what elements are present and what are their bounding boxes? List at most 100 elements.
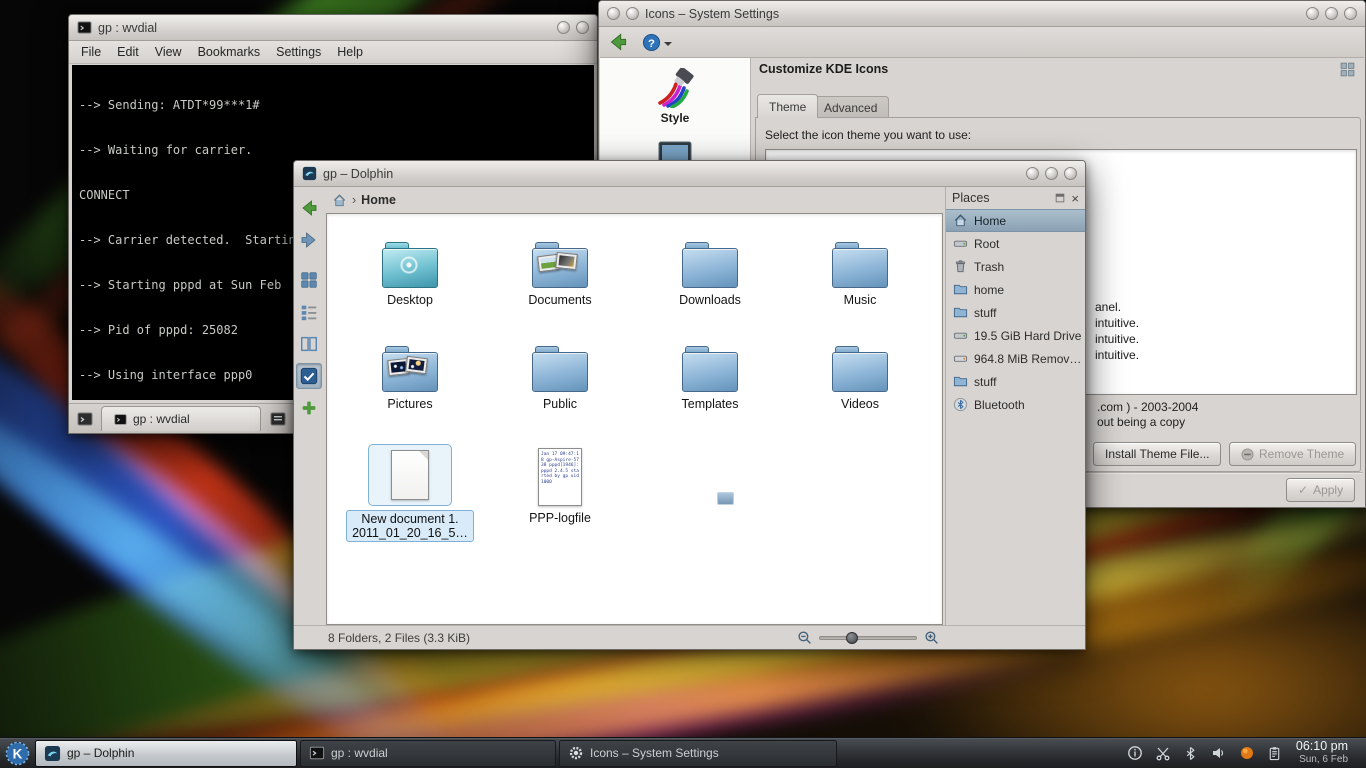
- maximize-button[interactable]: [1045, 167, 1058, 180]
- folder-label: Music: [844, 293, 877, 307]
- remove-theme-button[interactable]: Remove Theme: [1229, 442, 1356, 466]
- clock[interactable]: 06:10 pm Sun, 6 Feb: [1296, 740, 1348, 766]
- place-label: 964.8 MiB Remov…: [974, 352, 1081, 366]
- file-label-line: New document 1.: [352, 512, 468, 526]
- style-brush-icon: [655, 68, 695, 108]
- folder-icon: [832, 242, 888, 288]
- file-ppp-logfile[interactable]: Jan 17 09:47:18 gp-Aspire-5738 pppd[1946…: [485, 434, 635, 584]
- folder-icon: [532, 242, 588, 288]
- titlebar-left-button-2[interactable]: [626, 7, 639, 20]
- file-new-document[interactable]: New document 1. 2011_01_20_16_5…: [335, 434, 485, 584]
- folder-templates[interactable]: Templates: [635, 330, 785, 434]
- taskbar-task-dolphin[interactable]: gp – Dolphin: [35, 740, 297, 767]
- dolphin-file-view[interactable]: Desktop Documents Downloads Music: [326, 213, 943, 625]
- breadcrumb: › Home: [324, 187, 945, 213]
- folder-desktop[interactable]: Desktop: [335, 226, 485, 330]
- scissors-icon[interactable]: [1152, 741, 1174, 765]
- clock-date: Sun, 6 Feb: [1296, 753, 1348, 766]
- preview-toggle-button[interactable]: [296, 363, 322, 389]
- maximize-button[interactable]: [1325, 7, 1338, 20]
- place-home-folder[interactable]: home: [946, 278, 1085, 301]
- tab-list-button[interactable]: [266, 407, 289, 431]
- folder-documents[interactable]: Documents: [485, 226, 635, 330]
- close-button[interactable]: [1344, 7, 1357, 20]
- split-view-button[interactable]: [296, 395, 322, 421]
- taskbar-task-system-settings[interactable]: Icons – System Settings: [559, 740, 837, 767]
- zoom-slider[interactable]: [819, 636, 917, 640]
- minimize-button[interactable]: [1306, 7, 1319, 20]
- home-icon: [953, 213, 968, 228]
- install-theme-button[interactable]: Install Theme File...: [1093, 442, 1221, 466]
- konsole-titlebar[interactable]: gp : wvdial: [69, 15, 597, 41]
- close-button[interactable]: [1064, 167, 1077, 180]
- zoom-slider-handle[interactable]: [846, 632, 858, 644]
- bluetooth-icon[interactable]: [1180, 741, 1202, 765]
- place-stuff-2[interactable]: stuff: [946, 370, 1085, 393]
- system-settings-titlebar[interactable]: Icons – System Settings: [599, 1, 1365, 27]
- place-removable-drive[interactable]: 964.8 MiB Remov…: [946, 347, 1085, 370]
- columns-view-button[interactable]: [296, 331, 322, 357]
- details-view-button[interactable]: [296, 299, 322, 325]
- menu-file[interactable]: File: [73, 43, 109, 61]
- place-hard-drive[interactable]: 19.5 GiB Hard Drive: [946, 324, 1085, 347]
- taskbar-task-wvdial[interactable]: gp : wvdial: [300, 740, 556, 767]
- place-home[interactable]: Home: [946, 209, 1085, 232]
- place-root[interactable]: Root: [946, 232, 1085, 255]
- zoom-out-icon[interactable]: [797, 630, 812, 645]
- place-stuff-1[interactable]: stuff: [946, 301, 1085, 324]
- category-style[interactable]: Style: [600, 68, 750, 125]
- hard-drive-icon: [953, 236, 968, 251]
- folder-music[interactable]: Music: [785, 226, 935, 330]
- drag-ghost-artifact: [717, 492, 734, 505]
- document-icon: [391, 450, 429, 500]
- new-tab-button[interactable]: [73, 407, 96, 431]
- zoom-in-icon[interactable]: [924, 630, 939, 645]
- dolphin-app-icon: [44, 745, 61, 762]
- folder-downloads[interactable]: Downloads: [635, 226, 785, 330]
- minimize-button[interactable]: [557, 21, 570, 34]
- menu-help[interactable]: Help: [329, 43, 371, 61]
- breadcrumb-home-icon[interactable]: [332, 193, 347, 208]
- detach-panel-icon[interactable]: [1054, 192, 1066, 204]
- kde-logo-icon: K: [5, 741, 30, 766]
- close-button[interactable]: [576, 21, 589, 34]
- forward-button[interactable]: [296, 227, 322, 253]
- folder-videos[interactable]: Videos: [785, 330, 935, 434]
- place-trash[interactable]: Trash: [946, 255, 1085, 278]
- trash-icon: [953, 259, 968, 274]
- menu-bookmarks[interactable]: Bookmarks: [190, 43, 269, 61]
- titlebar-left-button-1[interactable]: [607, 7, 620, 20]
- back-button[interactable]: [296, 195, 322, 221]
- back-button[interactable]: [606, 30, 630, 54]
- folder-icon: [532, 346, 588, 392]
- volume-icon[interactable]: [1208, 741, 1230, 765]
- apply-button[interactable]: ✓ Apply: [1286, 478, 1355, 502]
- page-title: Customize KDE Icons: [759, 62, 888, 76]
- clipboard-icon[interactable]: [1264, 741, 1286, 765]
- icons-view-button[interactable]: [296, 267, 322, 293]
- dolphin-titlebar[interactable]: gp – Dolphin: [294, 161, 1085, 187]
- tab-advanced[interactable]: Advanced: [812, 96, 889, 118]
- menu-settings[interactable]: Settings: [268, 43, 329, 61]
- launcher-button[interactable]: K: [2, 739, 32, 768]
- network-status-icon[interactable]: [1236, 741, 1258, 765]
- menu-edit[interactable]: Edit: [109, 43, 147, 61]
- close-panel-icon[interactable]: ×: [1071, 191, 1079, 206]
- menu-view[interactable]: View: [147, 43, 190, 61]
- place-label: Bluetooth: [974, 398, 1025, 412]
- breadcrumb-home[interactable]: Home: [361, 193, 396, 207]
- dolphin-app-icon: [302, 166, 317, 181]
- help-button[interactable]: ?: [642, 33, 672, 52]
- chevron-down-icon: [664, 42, 672, 50]
- folder-pictures[interactable]: Pictures: [335, 330, 485, 434]
- tab-theme[interactable]: Theme: [757, 94, 818, 118]
- info-icon[interactable]: [1124, 741, 1146, 765]
- place-bluetooth[interactable]: Bluetooth: [946, 393, 1085, 416]
- minimize-button[interactable]: [1026, 167, 1039, 180]
- terminal-tab[interactable]: gp : wvdial: [101, 406, 261, 431]
- folder-public[interactable]: Public: [485, 330, 635, 434]
- icon-view-toggle[interactable]: [1339, 61, 1356, 78]
- file-label-selected: New document 1. 2011_01_20_16_5…: [346, 510, 474, 542]
- place-label: Root: [974, 237, 999, 251]
- hard-drive-icon: [953, 328, 968, 343]
